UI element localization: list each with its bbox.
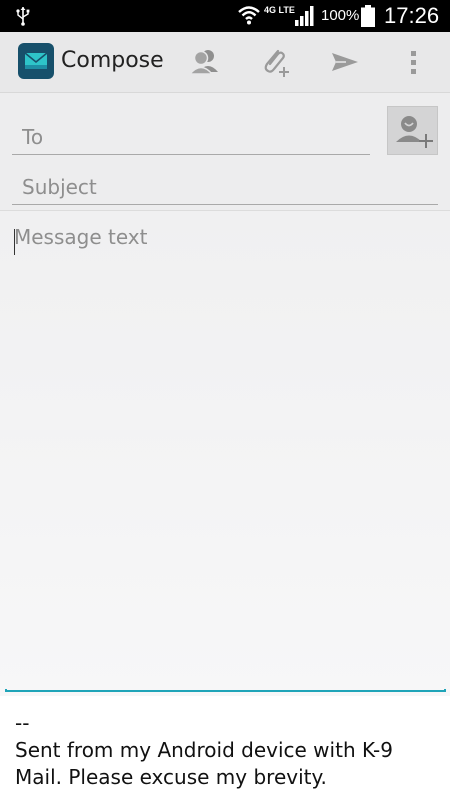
overflow-menu-button[interactable] bbox=[398, 45, 428, 79]
send-icon bbox=[332, 53, 358, 71]
app-logo-icon[interactable] bbox=[18, 43, 54, 79]
message-input-underline bbox=[5, 689, 446, 692]
message-text-input[interactable] bbox=[14, 225, 440, 685]
envelope-icon bbox=[24, 52, 48, 69]
contacts-button[interactable] bbox=[188, 45, 222, 79]
battery-icon bbox=[361, 5, 375, 27]
battery-percent: 100% bbox=[321, 7, 360, 24]
signature-text: -- Sent from my Android device with K-9 … bbox=[15, 711, 393, 789]
page-title: Compose bbox=[61, 48, 164, 73]
subject-input[interactable] bbox=[12, 169, 438, 204]
signature-area[interactable]: -- Sent from my Android device with K-9 … bbox=[0, 696, 450, 800]
attach-icon bbox=[264, 49, 289, 77]
network-type-label: 4G LTE bbox=[264, 5, 295, 15]
add-contact-icon bbox=[396, 116, 433, 148]
clock: 17:26 bbox=[384, 3, 440, 28]
wifi-icon bbox=[238, 6, 260, 25]
usb-icon bbox=[16, 7, 30, 26]
text-cursor bbox=[14, 229, 15, 255]
status-bar: 4G LTE 100% 17:26 bbox=[0, 0, 450, 32]
overflow-menu-icon bbox=[411, 51, 416, 74]
attach-button[interactable] bbox=[258, 45, 292, 79]
action-bar: Compose bbox=[0, 32, 450, 92]
contacts-icon bbox=[188, 50, 218, 75]
to-input[interactable] bbox=[12, 119, 370, 154]
subject-field bbox=[12, 169, 438, 205]
add-recipient-button[interactable] bbox=[387, 106, 438, 155]
message-body-area bbox=[0, 210, 450, 696]
compose-headers bbox=[0, 92, 450, 210]
to-field bbox=[12, 119, 370, 155]
signal-strength-icon bbox=[295, 6, 314, 26]
send-button[interactable] bbox=[328, 45, 362, 79]
